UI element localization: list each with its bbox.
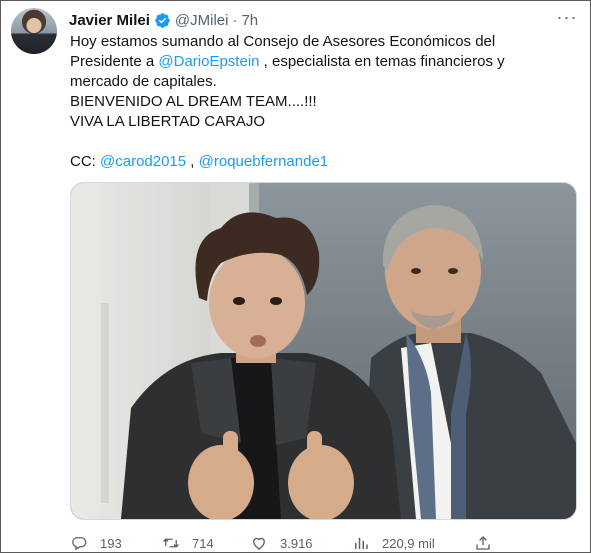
tweet-photo[interactable]: [70, 182, 577, 520]
tweet-text-segment: , especialista en temas financieros y: [259, 53, 505, 70]
reply-count: 193: [100, 535, 122, 551]
tweet-line: Presidente a @DarioEpstein , especialist…: [70, 52, 540, 72]
author-name[interactable]: Javier Milei: [69, 12, 150, 29]
mention-link[interactable]: @carod2015: [100, 153, 186, 170]
retweet-icon: [163, 538, 179, 548]
views-button[interactable]: 220,9 mil: [352, 533, 435, 553]
photo-illustration: [71, 183, 576, 519]
mention-link[interactable]: @DarioEpstein: [158, 53, 259, 70]
cc-label: CC:: [70, 153, 100, 170]
heart-icon: [253, 537, 265, 550]
tweet-line: BIENVENIDO AL DREAM TEAM....!!!: [70, 93, 317, 110]
tweet-line: mercado de capitales.: [70, 73, 217, 90]
tweet-actions: 193 714 3.916 220,9 mil: [70, 533, 575, 553]
views-icon: [355, 537, 368, 549]
separator-dot: ·: [232, 11, 238, 29]
like-button[interactable]: 3.916: [250, 533, 313, 553]
views-count: 220,9 mil: [382, 535, 435, 551]
tweet-header: Javier Milei @JMilei · 7h: [69, 10, 258, 30]
verified-badge-icon: [155, 12, 170, 28]
tweet-card: Javier Milei @JMilei · 7h ··· Hoy estamo…: [0, 0, 591, 553]
more-options-icon[interactable]: ···: [556, 8, 578, 28]
retweet-button[interactable]: 714: [162, 533, 214, 553]
like-count: 3.916: [280, 535, 313, 551]
tweet-line: VIVA LA LIBERTAD CARAJO: [70, 113, 266, 130]
tweet-line: CC: @carod2015 , @roquebfernande1: [70, 152, 540, 172]
reply-button[interactable]: 193: [70, 533, 122, 553]
reply-icon: [72, 537, 87, 551]
tweet-line: Hoy estamos sumando al Consejo de Asesor…: [70, 33, 496, 50]
retweet-count: 714: [192, 535, 214, 551]
share-button[interactable]: [474, 533, 504, 553]
avatar[interactable]: [11, 8, 57, 54]
tweet-text: Hoy estamos sumando al Consejo de Asesor…: [70, 32, 540, 172]
timestamp[interactable]: 7h: [241, 12, 258, 29]
mention-link[interactable]: @roquebfernande1: [199, 153, 329, 170]
author-handle[interactable]: @JMilei: [175, 12, 229, 29]
tweet-text-segment: Presidente a: [70, 53, 159, 70]
cc-separator: ,: [186, 153, 199, 170]
share-icon: [476, 536, 490, 550]
